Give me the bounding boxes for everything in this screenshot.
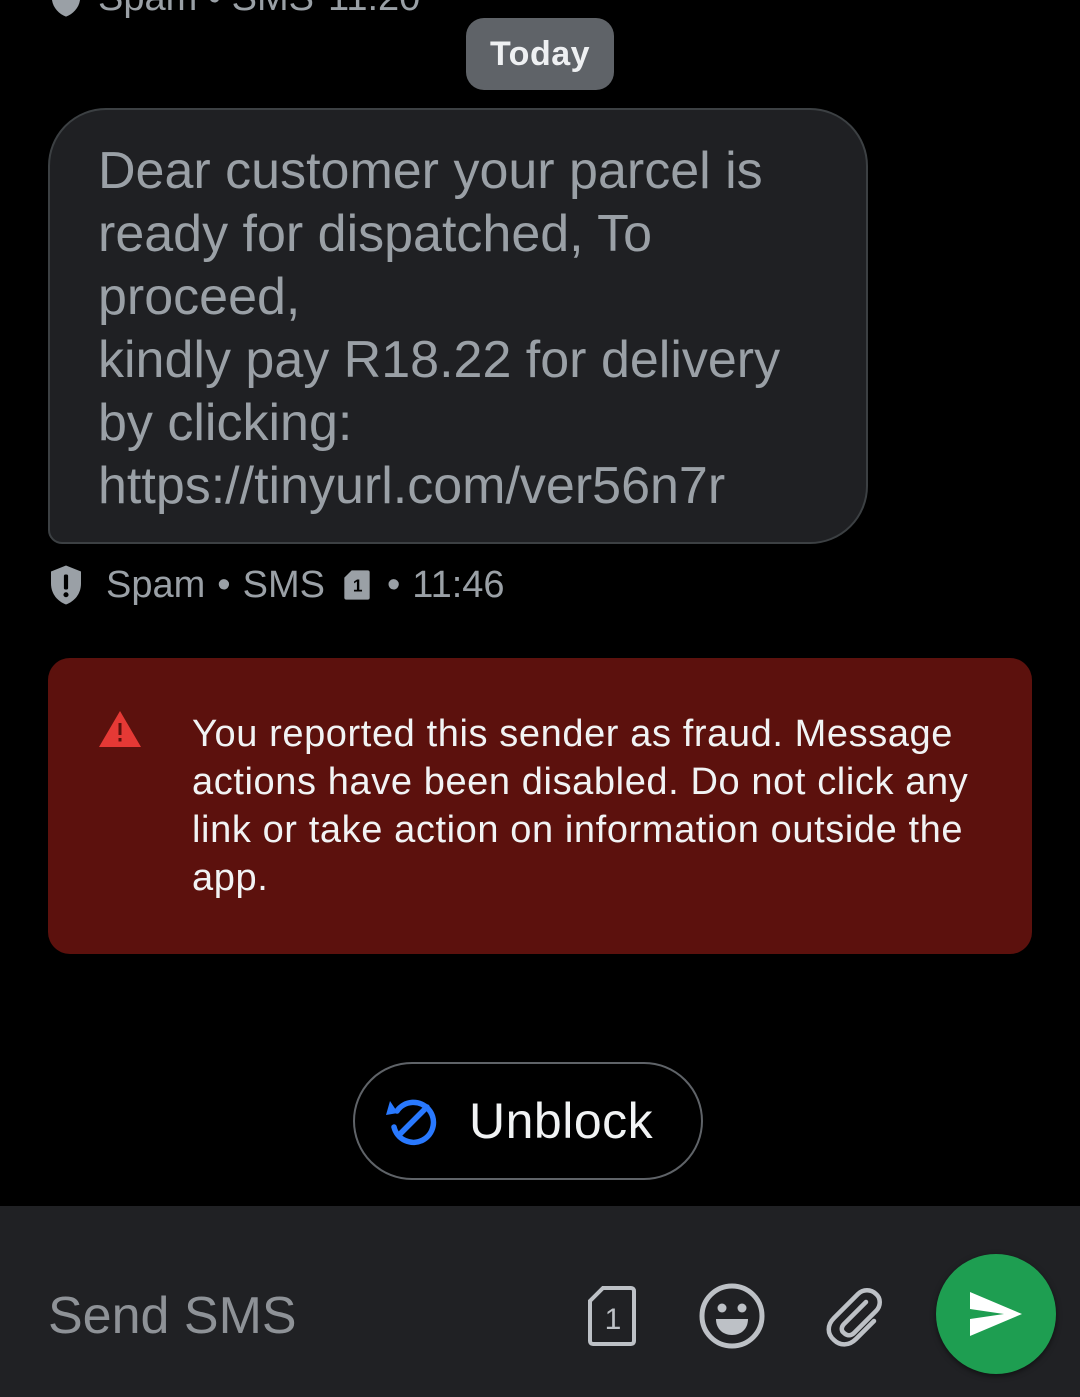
paperclip-icon (826, 1288, 882, 1347)
warning-triangle-icon (99, 711, 141, 747)
emoji-button[interactable] (696, 1280, 768, 1352)
unblock-label: Unblock (469, 1093, 654, 1149)
previous-meta-time: 11:20 (328, 0, 420, 20)
unblock-button[interactable]: Unblock (353, 1062, 703, 1180)
date-chip: Today (466, 18, 614, 90)
previous-meta-label: Spam • SMS (98, 0, 314, 20)
attach-button[interactable] (818, 1280, 890, 1352)
compose-bar: 1 (0, 1206, 1080, 1397)
previous-message-meta: Spam • SMS 11:20 (48, 0, 420, 20)
svg-text:1: 1 (605, 1303, 622, 1336)
message-text: Dear customer your parcel is ready for d… (98, 142, 781, 515)
message-meta: Spam • SMS 1 • 11:46 (48, 560, 505, 610)
svg-text:1: 1 (353, 576, 363, 596)
emoji-icon (699, 1283, 765, 1349)
sim-select-button[interactable]: 1 (576, 1280, 648, 1352)
spam-shield-icon (51, 565, 81, 605)
message-input[interactable] (48, 1276, 548, 1356)
meta-time: 11:46 (412, 563, 505, 606)
sim-card-icon: 1 (588, 1286, 636, 1346)
spam-shield-icon (51, 0, 81, 17)
send-icon (970, 1292, 1022, 1336)
message-bubble[interactable]: Dear customer your parcel is ready for d… (48, 108, 868, 544)
sim-card-icon: 1 (344, 570, 370, 600)
meta-channel: SMS (242, 563, 325, 606)
send-button[interactable] (936, 1254, 1056, 1374)
unblock-icon (386, 1099, 437, 1146)
meta-spam-label: Spam (106, 563, 206, 606)
fraud-warning-card: You reported this sender as fraud. Messa… (48, 658, 1032, 954)
fraud-warning-text: You reported this sender as fraud. Messa… (192, 713, 969, 899)
